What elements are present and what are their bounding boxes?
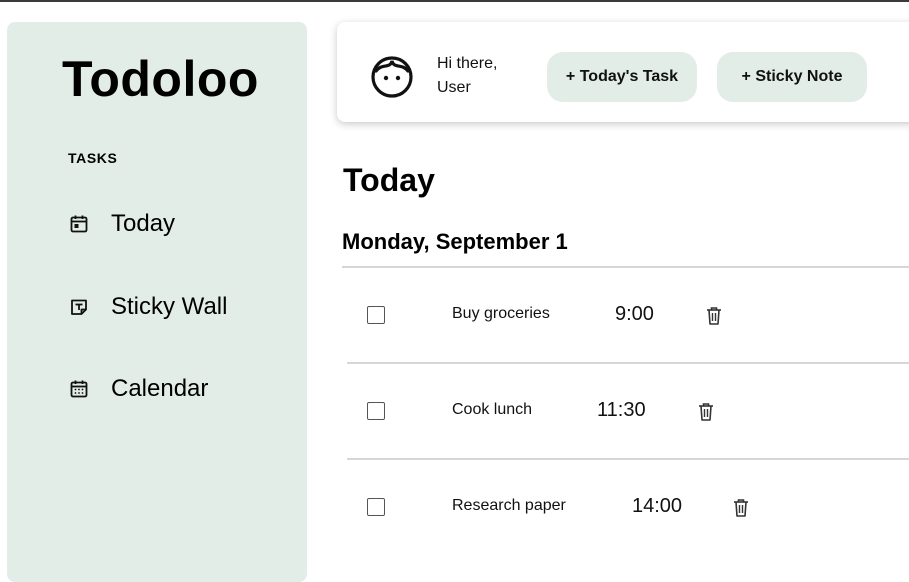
task-time: 9:00 bbox=[615, 303, 654, 325]
task-name: Research paper bbox=[452, 497, 566, 514]
sidebar: Todoloo TASKS Today Sticky Wall Calendar bbox=[7, 22, 307, 582]
trash-icon[interactable] bbox=[705, 306, 723, 326]
calendar-grid-icon bbox=[68, 378, 90, 400]
greeting: Hi there, User bbox=[437, 52, 497, 100]
window-top-border bbox=[0, 0, 909, 2]
date-heading: Monday, September 1 bbox=[342, 229, 568, 254]
sidebar-item-label: Today bbox=[111, 210, 176, 237]
task-name: Cook lunch bbox=[452, 401, 533, 418]
task-name: Buy groceries bbox=[452, 305, 550, 322]
tasks-section-title: TASKS bbox=[68, 150, 118, 166]
sticky-note-icon bbox=[68, 296, 90, 318]
header-card: Hi there, User + Today's Task + Sticky N… bbox=[337, 22, 909, 122]
task-row: Cook lunch 11:30 bbox=[347, 364, 909, 460]
task-checkbox[interactable] bbox=[367, 402, 385, 420]
sidebar-item-label: Calendar bbox=[111, 375, 209, 402]
calendar-day-icon bbox=[68, 213, 90, 235]
task-time: 11:30 bbox=[597, 399, 646, 421]
task-checkbox[interactable] bbox=[367, 306, 385, 324]
task-row: Research paper 14:00 bbox=[347, 460, 909, 556]
user-name: User bbox=[437, 79, 471, 96]
task-time: 14:00 bbox=[632, 495, 683, 517]
sidebar-item-sticky-wall[interactable]: Sticky Wall bbox=[68, 291, 227, 323]
task-row: Buy groceries 9:00 bbox=[347, 268, 909, 364]
add-sticky-note-button[interactable]: + Sticky Note bbox=[717, 52, 867, 102]
greeting-line: Hi there, bbox=[437, 55, 498, 72]
trash-icon[interactable] bbox=[732, 498, 750, 518]
app-logo: Todoloo bbox=[62, 51, 259, 107]
task-checkbox[interactable] bbox=[367, 498, 385, 516]
face-icon[interactable] bbox=[370, 55, 414, 99]
sidebar-item-today[interactable]: Today bbox=[68, 208, 175, 240]
sidebar-item-label: Sticky Wall bbox=[111, 293, 228, 320]
trash-icon[interactable] bbox=[697, 402, 715, 422]
sidebar-item-calendar[interactable]: Calendar bbox=[68, 373, 208, 405]
add-today-task-button[interactable]: + Today's Task bbox=[547, 52, 697, 102]
page-title: Today bbox=[343, 162, 435, 198]
